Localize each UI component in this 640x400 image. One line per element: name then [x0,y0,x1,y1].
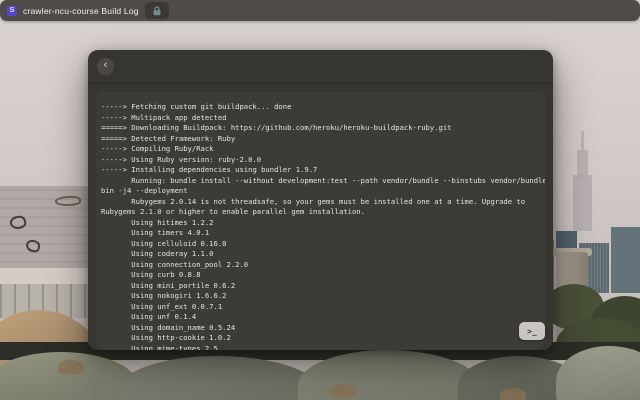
build-log-terminal[interactable]: -----> Fetching custom git buildpack... … [96,92,545,350]
build-log-window: ‹ -----> Fetching custom git buildpack..… [88,50,553,350]
log-line: Using mime-types 2.5 [101,344,541,351]
log-line: Using timers 4.0.1 [101,228,541,239]
log-line: =====> Downloading Buildpack: https://gi… [101,123,541,134]
log-line: Using connection_pool 2.2.0 [101,260,541,271]
back-button[interactable]: ‹ [97,58,114,75]
log-line: Using celluloid 0.16.0 [101,239,541,250]
window-header: ‹ [88,50,553,84]
log-line: -----> Fetching custom git buildpack... … [101,102,541,113]
log-line: bin -j4 --deployment [101,186,541,197]
log-line: Using curb 0.8.8 [101,270,541,281]
log-line: -----> Installing dependencies using bun… [101,165,541,176]
grass-tuft [58,360,84,374]
concrete-ledge [0,268,94,284]
log-line: Using nokogiri 1.6.6.2 [101,291,541,302]
boulder [118,356,323,400]
log-line: Running: bundle install --without develo… [101,176,541,187]
empire-state-building [573,175,592,231]
log-line: Using unf_ext 0.0.7.1 [101,302,541,313]
grass-tuft [500,388,526,400]
log-line: -----> Multipack app detected [101,113,541,124]
log-line: Using coderay 1.1.0 [101,249,541,260]
empire-state-building [577,150,588,178]
log-line: Using hitimes 1.2.2 [101,218,541,229]
log-line: Using unf 0.1.4 [101,312,541,323]
grass-tuft [330,384,356,398]
log-line: Using mini_portile 0.6.2 [101,281,541,292]
log-line: Using domain_name 0.5.24 [101,323,541,334]
log-line: Using http-cookie 1.0.2 [101,333,541,344]
log-line: Rubygems 2.1.0 or higher to enable paral… [101,207,541,218]
skyline-building [611,227,640,293]
screen: S crawler-ncu-course Build Log ‹ -----> … [0,0,640,400]
log-line: =====> Detected Framework: Ruby [101,134,541,145]
open-console-button[interactable]: >_ [519,322,545,340]
log-line: Rubygems 2.0.14 is not threadsafe, so yo… [101,197,541,208]
log-line: -----> Compiling Ruby/Rack [101,144,541,155]
log-line: -----> Using Ruby version: ruby-2.0.0 [101,155,541,166]
